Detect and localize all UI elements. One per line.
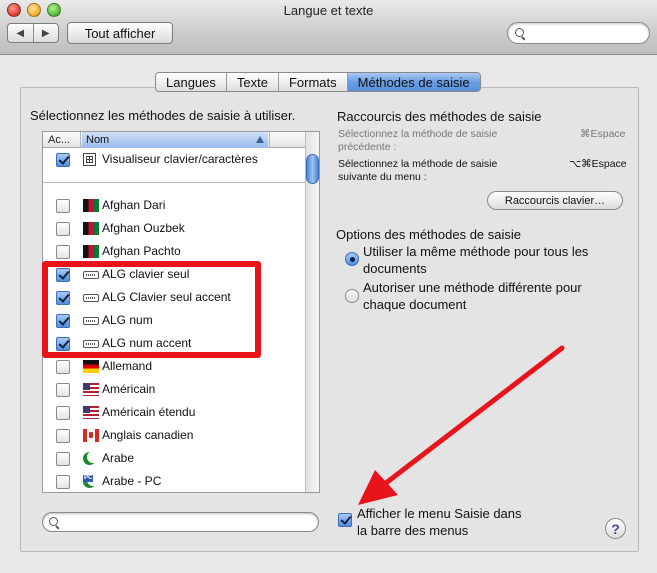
- list-item[interactable]: Visualiseur clavier/caractères: [43, 149, 305, 171]
- list-item-label: Afghan Ouzbek: [102, 221, 185, 235]
- back-arrow-icon[interactable]: ◀: [8, 24, 33, 42]
- title-bar: Langue et texte ◀ ▶ Tout afficher: [0, 0, 657, 55]
- list-item-label: Allemand: [102, 359, 153, 373]
- tab-formats[interactable]: Formats: [277, 73, 347, 91]
- list-item[interactable]: Américain étendu: [43, 402, 305, 424]
- keyboard-viewer-icon: [83, 153, 96, 166]
- show-all-button[interactable]: Tout afficher: [67, 22, 173, 44]
- list-item-label: Américain: [102, 382, 156, 396]
- next-method-label: Sélectionnez la méthode de saisie: [338, 158, 498, 170]
- list-item[interactable]: Afghan Pachto: [43, 241, 305, 263]
- tab-bar: Langues Texte Formats Méthodes de saisie: [155, 72, 481, 92]
- next-method-shortcut: ⌥⌘Espace: [569, 158, 627, 170]
- options-heading: Options des méthodes de saisie: [336, 227, 521, 242]
- column-header-active[interactable]: Ac...: [43, 132, 81, 148]
- sort-ascending-icon: [256, 136, 264, 143]
- crescent-icon: [83, 451, 99, 466]
- list-item[interactable]: Anglais canadien: [43, 425, 305, 447]
- list-item-checkbox[interactable]: [56, 153, 70, 167]
- tab-texte[interactable]: Texte: [225, 73, 278, 91]
- annotation-highlight-box: [42, 261, 261, 358]
- same-method-label: Utiliser la même méthode pour tous les: [363, 244, 589, 259]
- column-header-blank: [269, 132, 305, 148]
- list-item-checkbox[interactable]: [56, 383, 70, 397]
- list-item-label: Afghan Dari: [102, 198, 166, 212]
- forward-arrow-icon[interactable]: ▶: [32, 24, 59, 42]
- tab-methodes-de-saisie[interactable]: Méthodes de saisie: [346, 73, 480, 91]
- per-document-method-label-cont: chaque document: [363, 297, 467, 312]
- list-header: Ac... Nom: [43, 132, 305, 148]
- input-methods-heading: Sélectionnez les méthodes de saisie à ut…: [30, 108, 296, 123]
- list-item-label: Arabe: [102, 451, 135, 465]
- keyboard-shortcuts-button[interactable]: Raccourcis clavier…: [487, 191, 623, 210]
- prev-method-shortcut: ⌘Espace: [580, 128, 626, 140]
- show-input-menu-checkbox[interactable]: [338, 513, 352, 527]
- list-item-checkbox[interactable]: [56, 360, 70, 374]
- flag-afghanistan-icon: [83, 222, 99, 235]
- list-item-label: Américain étendu: [102, 405, 196, 419]
- list-item-label: Visualiseur clavier/caractères: [102, 152, 258, 166]
- list-item-checkbox[interactable]: [56, 452, 70, 466]
- per-document-method-label: Autoriser une méthode différente pour: [363, 280, 582, 295]
- list-item-label: Anglais canadien: [102, 428, 194, 442]
- flag-usa-icon: [83, 383, 99, 396]
- flag-usa-icon: [83, 406, 99, 419]
- prev-method-label: Sélectionnez la méthode de saisie: [338, 128, 498, 140]
- search-icon: [515, 28, 526, 39]
- tab-langues[interactable]: Langues: [156, 73, 226, 91]
- flag-afghanistan-icon: [83, 245, 99, 258]
- next-method-label-cont: suivante du menu :: [338, 171, 427, 183]
- list-separator: [43, 182, 305, 183]
- preferences-search-input[interactable]: [507, 22, 650, 44]
- shortcuts-heading: Raccourcis des méthodes de saisie: [337, 109, 542, 124]
- show-input-menu-label: Afficher le menu Saisie dans: [357, 506, 522, 521]
- column-header-name[interactable]: Nom: [82, 132, 268, 148]
- list-item[interactable]: Arabe: [43, 448, 305, 470]
- list-item-checkbox[interactable]: [56, 222, 70, 236]
- pc-badge: PC: [83, 475, 94, 482]
- same-method-radio[interactable]: [345, 252, 359, 266]
- input-methods-search-input[interactable]: [42, 512, 319, 532]
- prev-method-label-cont: précédente :: [338, 141, 397, 153]
- flag-afghanistan-icon: [83, 199, 99, 212]
- list-item-checkbox[interactable]: [56, 245, 70, 259]
- help-button[interactable]: ?: [605, 518, 626, 539]
- per-document-method-radio[interactable]: [345, 289, 359, 303]
- back-forward-control: ◀ ▶: [7, 23, 59, 43]
- list-item[interactable]: Américain: [43, 379, 305, 401]
- list-item-checkbox[interactable]: [56, 199, 70, 213]
- list-item-checkbox[interactable]: [56, 475, 70, 489]
- list-item-checkbox[interactable]: [56, 429, 70, 443]
- list-item-label: Arabe - PC: [102, 474, 162, 488]
- list-item[interactable]: PC Arabe - PC: [43, 471, 305, 492]
- column-header-name-label: Nom: [86, 134, 110, 146]
- list-item-label: Afghan Pachto: [102, 244, 181, 258]
- list-item[interactable]: Afghan Ouzbek: [43, 218, 305, 240]
- show-input-menu-label-cont: la barre des menus: [357, 523, 469, 538]
- flag-germany-icon: [83, 360, 99, 373]
- window-title: Langue et texte: [283, 3, 374, 18]
- list-item[interactable]: Afghan Dari: [43, 195, 305, 217]
- crescent-icon: PC: [83, 474, 99, 489]
- list-item[interactable]: Allemand: [43, 356, 305, 378]
- list-scrollbar[interactable]: [305, 132, 319, 492]
- list-scrollbar-thumb[interactable]: [306, 154, 319, 184]
- same-method-label-cont: documents: [363, 261, 427, 276]
- flag-canada-icon: [83, 429, 99, 442]
- search-icon: [49, 517, 60, 528]
- list-item-checkbox[interactable]: [56, 406, 70, 420]
